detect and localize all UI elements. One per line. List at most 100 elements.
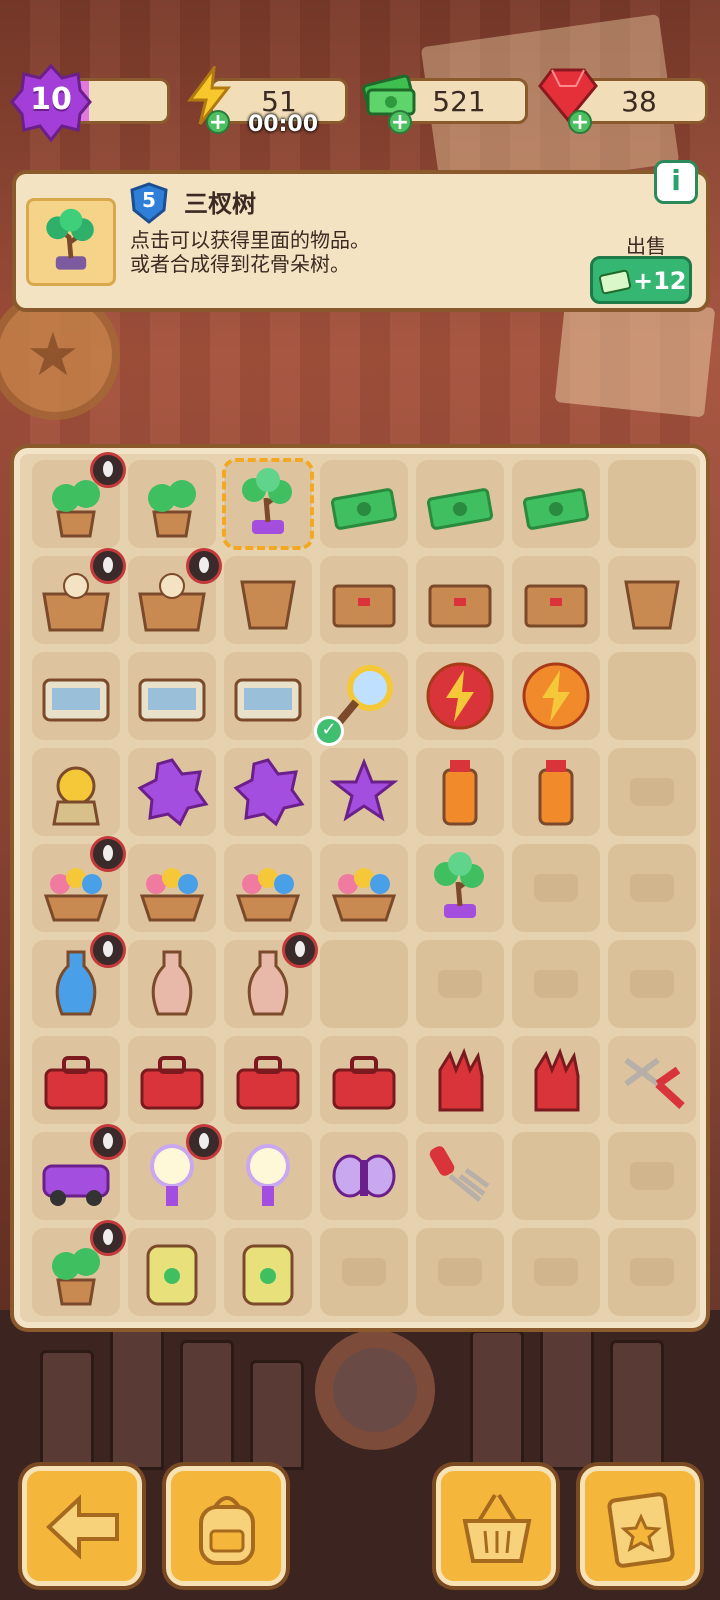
energy-orb-orange-icon xyxy=(522,662,590,730)
tasks-button[interactable] xyxy=(580,1466,700,1586)
board-item-magnifying-glass[interactable]: ✓ xyxy=(314,652,408,746)
board-cell-empty[interactable] xyxy=(608,748,696,836)
cardboard-box-icon xyxy=(524,584,588,628)
add-gems-button[interactable]: + xyxy=(568,110,592,134)
board-item-lamp-single[interactable] xyxy=(224,1132,312,1220)
board-item-cardboard-box[interactable] xyxy=(512,556,600,644)
board-item-potted-sprout[interactable] xyxy=(32,452,126,548)
board-cell-empty[interactable] xyxy=(512,844,600,932)
board-item-red-glove[interactable] xyxy=(512,1036,600,1124)
crown-placeholder-icon xyxy=(630,1258,674,1286)
purple-blob-icon xyxy=(233,758,305,827)
board-item-cash-bill[interactable] xyxy=(512,460,600,548)
board-item-sand-tray[interactable] xyxy=(32,652,120,740)
board-item-cash-pile[interactable] xyxy=(320,460,408,548)
board-cell-empty[interactable] xyxy=(416,1228,504,1316)
board-item-bonsai-tree[interactable] xyxy=(222,458,314,550)
cardboard-stack-3-icon xyxy=(332,584,396,628)
board-cell-empty[interactable] xyxy=(608,844,696,932)
timer-lock-icon xyxy=(186,1124,222,1160)
board-item-broken-pot[interactable] xyxy=(608,556,696,644)
board-cell-empty[interactable] xyxy=(512,940,600,1028)
board-item-toolbox-small[interactable] xyxy=(320,1036,408,1124)
cash-bill-icon xyxy=(522,488,590,530)
crown-placeholder-icon xyxy=(438,970,482,998)
board-cell-empty[interactable] xyxy=(608,940,696,1028)
board-cell-empty[interactable] xyxy=(608,1132,696,1220)
board-item-open-box-vase[interactable] xyxy=(32,548,126,644)
crown-placeholder-icon xyxy=(630,970,674,998)
toolbox-small-icon xyxy=(332,1056,396,1110)
back-button[interactable] xyxy=(22,1466,142,1586)
board-item-seed-packet[interactable] xyxy=(224,1228,312,1316)
board-item-vase-striped[interactable] xyxy=(224,932,318,1028)
board-item-juice-bottle[interactable] xyxy=(416,748,504,836)
board-item-purple-blob-big[interactable] xyxy=(128,748,216,836)
resource-bar: 10 51 + 00:00 521 + 38 + xyxy=(0,60,720,142)
board-item-vase-ornate[interactable] xyxy=(32,932,126,1028)
board-cell-empty[interactable] xyxy=(608,460,696,548)
board-item-toolbox-open-big[interactable] xyxy=(32,1036,120,1124)
board-item-potted-plant-seeds[interactable] xyxy=(32,1220,126,1316)
board-item-cardboard-stack-2[interactable] xyxy=(416,556,504,644)
board-item-garden-fork[interactable] xyxy=(416,1132,504,1220)
back-arrow-icon xyxy=(46,1494,119,1560)
board-item-purple-car[interactable] xyxy=(32,1124,126,1220)
board-item-seed-sack[interactable] xyxy=(128,1228,216,1316)
board-item-lamp-cluster[interactable] xyxy=(128,1124,222,1220)
board-item-toolbox-closed[interactable] xyxy=(224,1036,312,1124)
add-cash-button[interactable]: + xyxy=(388,110,412,134)
backpack-button[interactable] xyxy=(166,1466,286,1586)
info-button[interactable]: i xyxy=(654,160,698,204)
cardboard-stack-2-icon xyxy=(428,584,492,628)
board-item-purple-star[interactable] xyxy=(320,748,408,836)
crown-placeholder-icon xyxy=(630,1162,674,1190)
board-item-sprout-doll[interactable] xyxy=(32,748,120,836)
board-item-bonsai-small[interactable] xyxy=(416,844,504,932)
board-item-energy-orb-red[interactable] xyxy=(416,652,504,740)
cash-pile-icon xyxy=(330,488,398,530)
board-item-toolbox-open[interactable] xyxy=(128,1036,216,1124)
crown-placeholder-icon xyxy=(534,1258,578,1286)
add-energy-button[interactable]: + xyxy=(206,110,230,134)
board-item-juice-box[interactable] xyxy=(512,748,600,836)
board-item-clay-pot[interactable] xyxy=(224,556,312,644)
seed-packet-icon xyxy=(242,1244,294,1306)
clipboard-star-icon xyxy=(607,1492,675,1568)
board-cell-empty[interactable] xyxy=(320,1228,408,1316)
board-item-pruning-shears[interactable] xyxy=(608,1036,696,1124)
juice-bottle-icon xyxy=(442,760,478,826)
timer-lock-icon xyxy=(90,548,126,584)
board-item-red-gloves[interactable] xyxy=(416,1036,504,1124)
board-cell-empty[interactable] xyxy=(416,940,504,1028)
board-item-flower-crate-yellow[interactable] xyxy=(320,844,408,932)
board-cell-empty[interactable] xyxy=(608,652,696,740)
sell-button[interactable]: +12 xyxy=(590,256,692,304)
board-item-purple-blob[interactable] xyxy=(224,748,312,836)
board-cell-empty[interactable] xyxy=(512,1132,600,1220)
board-item-open-box-items[interactable] xyxy=(128,548,222,644)
board-item-cash-bundle[interactable] xyxy=(416,460,504,548)
book xyxy=(610,1340,664,1470)
book xyxy=(40,1350,94,1470)
board-cell-empty[interactable] xyxy=(608,1228,696,1316)
backpack-icon xyxy=(199,1496,255,1565)
pruning-shears-icon xyxy=(624,1057,685,1109)
checkmark-icon: ✓ xyxy=(314,716,344,746)
board-cell-empty[interactable] xyxy=(512,1228,600,1316)
board-item-dig-site[interactable] xyxy=(128,652,216,740)
board-item-leafy-bush[interactable] xyxy=(128,460,216,548)
timer-lock-icon xyxy=(186,548,222,584)
board-item-vase-tall[interactable] xyxy=(128,940,216,1028)
sand-tray-icon xyxy=(42,678,110,722)
board-item-flower-crate-red[interactable] xyxy=(128,844,216,932)
board-item-flower-basket-big[interactable] xyxy=(32,836,126,932)
board-item-dig-site-magnifier[interactable] xyxy=(224,652,312,740)
board-cell-empty[interactable] xyxy=(320,940,408,1028)
board-item-energy-orb-orange[interactable] xyxy=(512,652,600,740)
board-item-moth[interactable] xyxy=(320,1132,408,1220)
board-item-flower-crate-mixed[interactable] xyxy=(224,844,312,932)
board-item-cardboard-stack-3[interactable] xyxy=(320,556,408,644)
shop-basket-button[interactable] xyxy=(436,1466,556,1586)
crown-placeholder-icon xyxy=(534,874,578,902)
